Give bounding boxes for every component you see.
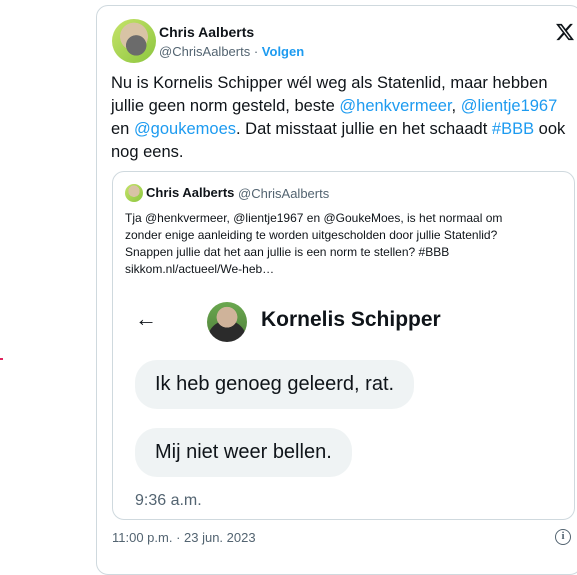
- avatar[interactable]: [112, 19, 156, 63]
- chat-screenshot-image[interactable]: ← Kornelis Schipper Ik heb genoeg geleer…: [113, 290, 574, 519]
- quoted-text: Tja @henkvermeer, @lientje1967 en @Gouke…: [125, 210, 569, 278]
- quoted-text-line: sikkom.nl/actueel/We-heb…: [125, 262, 275, 276]
- follow-button[interactable]: Volgen: [262, 44, 304, 59]
- mention-lientje1967[interactable]: @lientje1967: [461, 97, 558, 115]
- tweet-timestamp[interactable]: 11:00 p.m. · 23 jun. 2023: [112, 530, 256, 545]
- mention-henkvermeer[interactable]: @henkvermeer: [339, 97, 451, 115]
- message-bubble: Ik heb genoeg geleerd, rat.: [135, 360, 415, 409]
- quoted-avatar[interactable]: [125, 184, 143, 202]
- red-mark: [0, 358, 3, 360]
- quoted-tweet[interactable]: Chris Aalberts @ChrisAalberts Tja @henkv…: [112, 171, 575, 520]
- x-logo-icon[interactable]: [555, 22, 575, 42]
- tweet-text-part: ,: [451, 97, 461, 115]
- mention-goukemoes[interactable]: @goukemoes: [134, 120, 236, 138]
- quoted-text-line: Tja @henkvermeer, @lientje1967 en @Gouke…: [125, 211, 503, 225]
- quoted-text-line: zonder enige aanleiding te worden uitges…: [125, 228, 498, 242]
- message-time: 9:36 a.m.: [135, 492, 202, 509]
- back-arrow-icon: ←: [135, 306, 157, 331]
- message-bubble: Mij niet weer bellen.: [135, 428, 352, 477]
- quoted-text-line: Snappen jullie dat het aan jullie is een…: [125, 245, 450, 259]
- tweet-text-part: en: [111, 120, 134, 138]
- contact-avatar: [207, 302, 247, 342]
- info-icon[interactable]: i: [555, 529, 571, 545]
- hashtag-bbb[interactable]: #BBB: [492, 120, 534, 138]
- author-name[interactable]: Chris Aalberts: [159, 24, 254, 40]
- tweet-card[interactable]: Chris Aalberts @ChrisAalberts · Volgen N…: [96, 5, 577, 575]
- tweet-text: Nu is Kornelis Schipper wél weg als Stat…: [111, 72, 571, 164]
- author-handle[interactable]: @ChrisAalberts: [159, 44, 250, 59]
- quoted-author-handle: @ChrisAalberts: [238, 186, 330, 201]
- tweet-text-part: . Dat misstaat jullie en het schaadt: [236, 120, 492, 138]
- contact-name: Kornelis Schipper: [261, 308, 441, 331]
- separator: ·: [250, 44, 262, 59]
- author-handle-line: @ChrisAalberts · Volgen: [159, 44, 304, 59]
- quoted-author-name: Chris Aalberts: [146, 185, 235, 200]
